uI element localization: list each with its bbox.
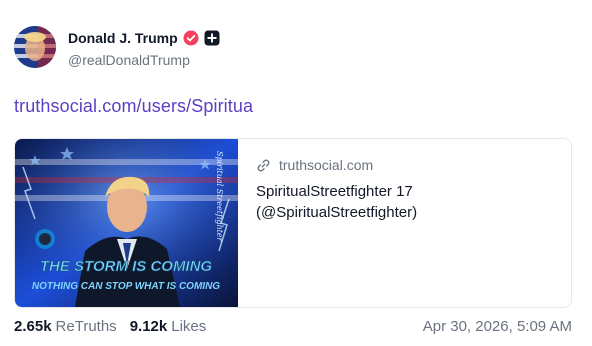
post-timestamp[interactable]: Apr 30, 2026, 5:09 AM [423,318,572,335]
likes-stat[interactable]: 9.12k Likes [130,318,207,335]
card-image: Spiritual Streetfighter THE STORM IS COM… [15,139,238,307]
post-link[interactable]: truthsocial.com/users/Spiritua [14,96,253,117]
author-handle[interactable]: @realDonaldTrump [68,52,190,68]
card-domain-row: truthsocial.com [256,157,556,173]
likes-label: Likes [171,318,207,335]
post-stats: 2.65k ReTruths 9.12k Likes [14,318,206,335]
retruths-label: ReTruths [55,318,117,335]
card-image-side-text: Spiritual Streetfighter [215,151,224,243]
card-image-headline: THE STORM IS COMING [40,258,213,275]
avatar-image [14,26,56,68]
likes-count: 9.12k [129,318,168,335]
post: Donald J. Trump @realDonaldTrump truthso… [0,0,592,346]
card-domain: truthsocial.com [279,157,374,173]
retruths-stat[interactable]: 2.65k ReTruths [14,318,117,335]
link-icon [256,158,271,173]
link-preview-card[interactable]: Spiritual Streetfighter THE STORM IS COM… [14,138,572,308]
card-title-line-1: SpiritualStreetfighter 17 [256,183,413,200]
avatar[interactable] [14,26,56,68]
verified-icon [183,30,199,46]
author-display-name[interactable]: Donald J. Trump [68,30,178,46]
author-name-row: Donald J. Trump [68,30,220,46]
plus-icon [204,30,220,46]
retruths-count: 2.65k [14,318,52,335]
card-title[interactable]: SpiritualStreetfighter 17 (@SpiritualStr… [256,181,556,223]
card-title-line-2: (@SpiritualStreetfighter) [256,204,418,221]
card-image-subline: NOTHING CAN STOP WHAT IS COMING [32,281,220,292]
card-info: truthsocial.com SpiritualStreetfighter 1… [256,157,556,223]
